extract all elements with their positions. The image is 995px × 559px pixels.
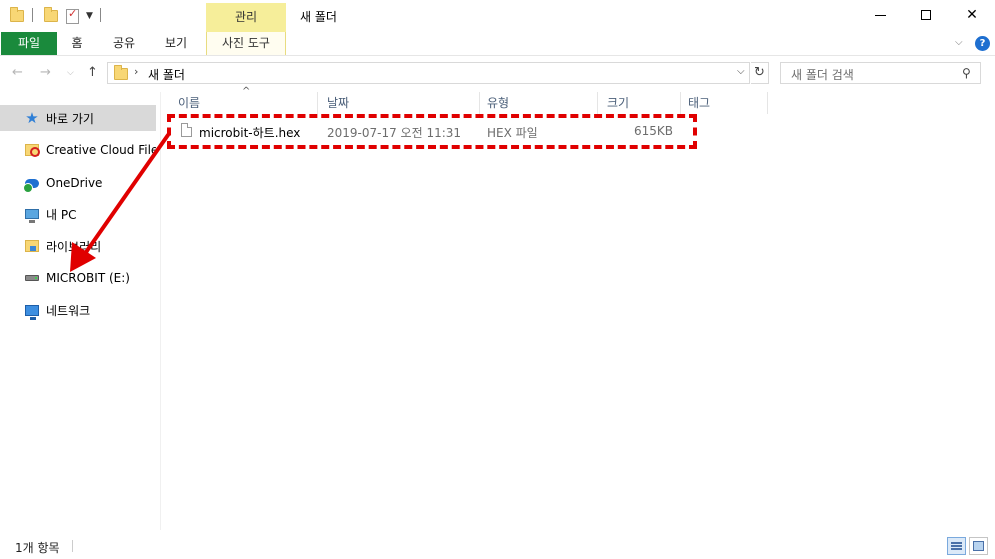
nav-item-libraries[interactable]: 라이브러리	[0, 233, 156, 259]
star-icon: ★	[25, 109, 39, 127]
navigation-pane: ★ 바로 가기 Creative Cloud Files OneDrive 내 …	[0, 95, 160, 530]
forward-arrow-icon[interactable]: →	[40, 65, 51, 80]
tab-manage[interactable]: 관리	[206, 3, 286, 32]
column-header-type[interactable]: 유형	[481, 92, 598, 114]
column-header-tags[interactable]: 태그	[682, 92, 768, 114]
search-box[interactable]: 새 폴더 검색 ⚲	[780, 62, 981, 84]
refresh-icon: ↻	[754, 65, 765, 80]
nav-item-label: 네트워크	[46, 303, 91, 318]
drive-icon	[24, 270, 40, 286]
library-icon	[24, 238, 40, 254]
nav-item-label: MICROBIT (E:)	[46, 271, 130, 285]
status-bar: 1개 항목	[0, 534, 995, 559]
nav-item-microbit-drive[interactable]: MICROBIT (E:)	[0, 265, 156, 291]
highlight-annotation	[167, 114, 697, 149]
ribbon-tabs: 파일 홈 공유 보기 사진 도구 ⌵	[0, 32, 995, 56]
column-header-date[interactable]: 날짜	[321, 92, 480, 114]
minimize-icon	[874, 14, 886, 16]
nav-item-label: 내 PC	[46, 207, 77, 222]
column-header-size[interactable]: 크기	[601, 92, 681, 114]
toolbar-divider	[100, 8, 101, 22]
folder-icon	[114, 65, 128, 80]
title-bar: ▼ 관리 새 폴더 ✕	[0, 0, 995, 32]
close-button[interactable]: ✕	[949, 0, 995, 30]
nav-item-label: 라이브러리	[46, 239, 102, 254]
breadcrumb-chevron-icon[interactable]: ›	[134, 65, 138, 78]
folder-icon	[10, 7, 24, 24]
tab-picture-tools[interactable]: 사진 도구	[206, 32, 286, 55]
customize-quick-access-icon[interactable]: ▼	[86, 8, 93, 24]
status-divider	[72, 540, 73, 552]
details-view-icon	[951, 542, 962, 550]
nav-item-onedrive[interactable]: OneDrive	[0, 170, 156, 196]
maximize-button[interactable]	[903, 0, 949, 30]
large-icons-view-icon	[973, 541, 984, 551]
minimize-button[interactable]	[857, 0, 903, 30]
large-icons-view-button[interactable]	[969, 537, 988, 555]
address-bar[interactable]: › 새 폴더 ⌵	[107, 62, 750, 84]
column-header-name[interactable]: 이름	[172, 92, 318, 114]
search-input[interactable]: 새 폴더 검색	[791, 66, 854, 83]
details-view-button[interactable]	[947, 537, 966, 555]
nav-item-quick-access[interactable]: ★ 바로 가기	[0, 105, 156, 131]
breadcrumb-current[interactable]: 새 폴더	[148, 66, 185, 83]
nav-item-creative-cloud-files[interactable]: Creative Cloud Files	[0, 137, 156, 163]
creative-cloud-folder-icon	[24, 142, 40, 158]
close-icon: ✕	[966, 7, 978, 23]
nav-item-label: Creative Cloud Files	[46, 143, 156, 157]
search-icon[interactable]: ⚲	[962, 66, 971, 80]
onedrive-icon	[23, 175, 40, 193]
nav-item-label: 바로 가기	[46, 111, 94, 126]
tab-home[interactable]: 홈	[60, 32, 94, 55]
expand-ribbon-icon[interactable]: ⌵	[955, 37, 963, 48]
maximize-icon	[921, 10, 931, 20]
properties-icon[interactable]	[66, 7, 79, 24]
network-icon	[24, 302, 40, 320]
back-arrow-icon[interactable]: ←	[12, 65, 23, 80]
refresh-button[interactable]: ↻	[751, 62, 769, 84]
nav-item-this-pc[interactable]: 내 PC	[0, 201, 156, 227]
address-dropdown-chevron-icon[interactable]: ⌵	[737, 66, 745, 77]
toolbar-divider	[32, 8, 33, 22]
nav-item-network[interactable]: 네트워크	[0, 297, 156, 323]
nav-item-label: OneDrive	[46, 176, 103, 190]
tab-file[interactable]: 파일	[1, 32, 57, 55]
item-count: 1개 항목	[15, 541, 60, 555]
up-arrow-icon[interactable]: ↑	[87, 65, 98, 80]
tab-share[interactable]: 공유	[104, 32, 144, 55]
tab-view[interactable]: 보기	[156, 32, 196, 55]
recent-locations-chevron-icon[interactable]: ⌵	[67, 68, 74, 78]
new-folder-icon[interactable]	[44, 7, 58, 24]
help-icon[interactable]: ?	[975, 36, 990, 51]
pc-icon	[24, 206, 40, 223]
pane-divider[interactable]	[160, 92, 161, 530]
window-title: 새 폴더	[300, 10, 337, 24]
